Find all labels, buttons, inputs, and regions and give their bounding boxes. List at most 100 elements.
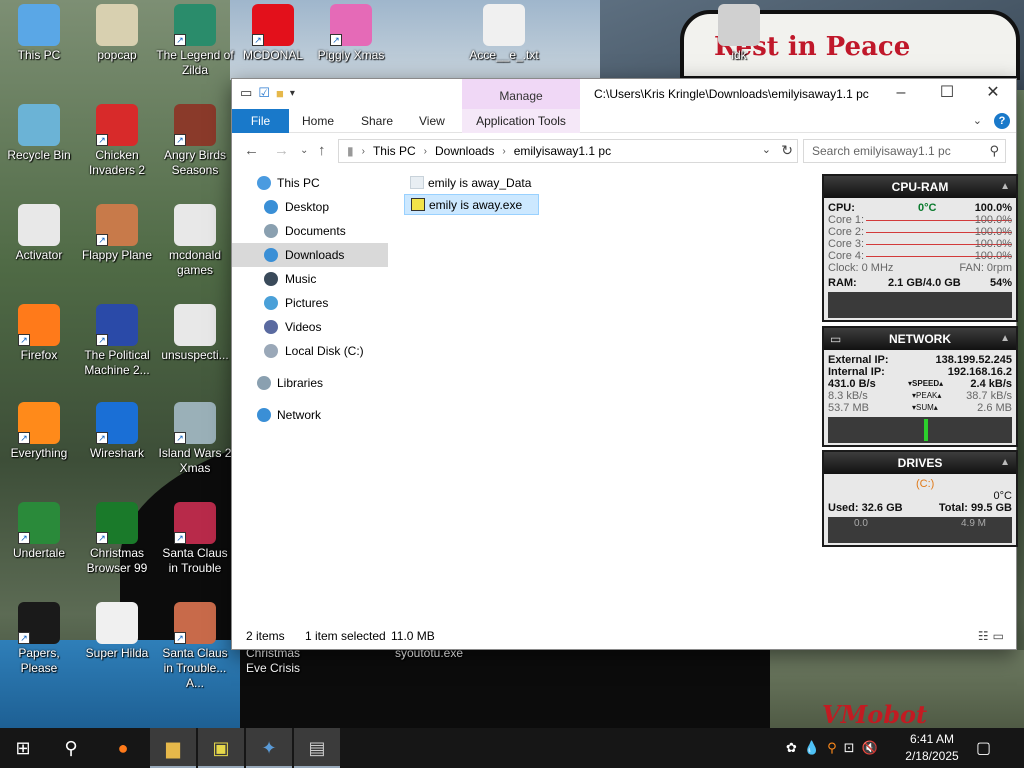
desktop-icon-mcdonald-games-file[interactable]: mcdonald games <box>156 200 234 278</box>
tray-app-icon[interactable]: ✿ <box>786 740 797 756</box>
nav-item-desktop[interactable]: Desktop <box>232 195 392 219</box>
desktop-icon-wireshark[interactable]: ↗ Wireshark <box>78 398 156 461</box>
address-bar[interactable]: ▮ › This PC › Downloads › emilyisaway1.1… <box>338 139 798 163</box>
desktop-icon-chicken-invaders[interactable]: ↗ Chicken Invaders 2 <box>78 100 156 178</box>
drives-gadget[interactable]: DRIVES ▲ (C:) 0°C Used: 32.6 GB Total: 9… <box>822 450 1018 547</box>
tab-application-tools[interactable]: Application Tools <box>462 109 580 133</box>
taskbar-firefox-icon[interactable]: ● <box>100 728 146 768</box>
window-title: C:\Users\Kris Kringle\Downloads\emilyisa… <box>594 87 869 101</box>
nav-item-icon <box>264 296 278 310</box>
shortcut-arrow-icon: ↗ <box>96 432 108 444</box>
desktop-icon-idk-folder[interactable]: idk <box>700 0 778 63</box>
address-dropdown-icon[interactable]: ⌄ <box>762 143 771 156</box>
file-item[interactable]: emily is away_Data <box>404 173 539 194</box>
breadcrumb-this-pc[interactable]: This PC <box>373 144 416 158</box>
desktop-icon-papers-please[interactable]: ↗ Papers, Please <box>0 598 78 676</box>
desktop-icon-text-file[interactable]: Acce__e_.txt <box>465 0 543 63</box>
tray-network-icon[interactable]: ⊡ <box>844 740 855 756</box>
desktop-icon-activator-file[interactable]: Activator <box>0 200 78 263</box>
tray-everything-icon[interactable]: ⚲ <box>827 740 837 756</box>
nav-item-documents[interactable]: Documents <box>232 219 392 243</box>
desktop-icon-firefox[interactable]: ↗ Firefox <box>0 300 78 363</box>
desktop-icon-label: Firefox <box>20 348 58 362</box>
search-icon[interactable]: ⚲ <box>989 143 999 159</box>
chicken-invaders-icon: ↗ <box>96 104 138 146</box>
maximize-button[interactable]: ☐ <box>924 79 970 109</box>
nav-item-videos[interactable]: Videos <box>232 315 392 339</box>
cpu-ram-title: CPU-RAM <box>891 180 949 194</box>
desktop-icon-santa-claus[interactable]: ↗ Santa Claus in Trouble <box>156 498 234 576</box>
desktop-icon-political-machine[interactable]: ↗ The Political Machine 2... <box>78 300 156 378</box>
start-button[interactable]: ⊞ <box>0 728 46 768</box>
desktop-icon-piggly-xmas[interactable]: ↗ Piggly Xmas <box>312 0 390 63</box>
nav-item-downloads[interactable]: Downloads <box>232 243 388 267</box>
search-input[interactable]: Search emilyisaway1.1 pc <box>812 144 951 158</box>
desktop-icon-everything-search[interactable]: ↗ Everything <box>0 398 78 461</box>
desktop-icon-island-wars[interactable]: ↗ Island Wars 2 Xmas <box>156 398 234 476</box>
desktop-icon-super-hilda[interactable]: Super Hilda <box>78 598 156 661</box>
nav-item-local-disk-c[interactable]: Local Disk (C:) <box>232 339 392 363</box>
nav-item-pictures[interactable]: Pictures <box>232 291 392 315</box>
breadcrumb-current-folder[interactable]: emilyisaway1.1 pc <box>514 144 611 158</box>
file-item[interactable]: emily is away.exe <box>404 194 540 215</box>
taskbar-app-icon[interactable]: ✦ <box>246 728 292 768</box>
search-box[interactable]: Search emilyisaway1.1 pc ⚲ <box>803 139 1006 163</box>
recent-locations-icon[interactable]: ⌄ <box>300 145 308 156</box>
desktop-icon-label: Christmas Browser 99 <box>86 546 148 575</box>
close-button[interactable]: ✕ <box>970 79 1016 109</box>
up-button[interactable]: ↑ <box>318 142 326 159</box>
shortcut-arrow-icon: ↗ <box>96 234 108 246</box>
breadcrumb-downloads[interactable]: Downloads <box>435 144 494 158</box>
manage-tab[interactable]: Manage <box>462 79 580 109</box>
desktop-icon-popcap-folder[interactable]: popcap <box>78 0 156 63</box>
tab-share[interactable]: Share <box>361 109 393 133</box>
nav-item-libraries[interactable]: Libraries <box>232 371 392 395</box>
refresh-icon[interactable]: ↻ <box>781 142 793 159</box>
minimize-button[interactable]: – <box>878 79 924 109</box>
tray-volume-muted-icon[interactable]: 🔇 <box>862 740 878 756</box>
desktop-icon-angry-birds[interactable]: ↗ Angry Birds Seasons <box>156 100 234 178</box>
back-button[interactable]: ← <box>244 142 259 159</box>
properties-icon[interactable]: ☑ <box>258 85 270 101</box>
network-gadget[interactable]: ▭ NETWORK ▲ External IP: 138.199.52.245 … <box>822 326 1018 447</box>
desktop-icon-mcdonalds[interactable]: ↗ MCDONAL <box>234 0 312 63</box>
desktop-icon-santa-claus-again[interactable]: ↗ Santa Claus in Trouble... A... <box>156 598 234 691</box>
nav-item-music[interactable]: Music <box>232 267 392 291</box>
view-toggle-icons[interactable]: ☷▭ <box>978 629 1008 643</box>
desktop-icon-christmas-browser[interactable]: ↗ Christmas Browser 99 <box>78 498 156 576</box>
desktop-icon-undertale[interactable]: ↗ Undertale <box>0 498 78 561</box>
nav-item-network[interactable]: Network <box>232 403 392 427</box>
taskbar-emily-is-away-icon[interactable]: ▣ <box>198 728 244 768</box>
tab-view[interactable]: View <box>419 109 445 133</box>
peak-up: 38.7 kB/s <box>966 390 1012 402</box>
political-machine-icon: ↗ <box>96 304 138 346</box>
tab-file[interactable]: File <box>232 109 289 133</box>
tab-home[interactable]: Home <box>302 109 334 133</box>
new-folder-icon[interactable]: ■ <box>276 86 284 101</box>
collapse-icon[interactable]: ▲ <box>1000 452 1010 474</box>
taskbar-clock[interactable]: 6:41 AM 2/18/2025 <box>900 731 964 765</box>
cpu-ram-gadget[interactable]: CPU-RAM ▲ CPU: 0°C 100.0% Core 1: 100.0% C… <box>822 174 1018 322</box>
desktop-icon-label: popcap <box>97 48 137 62</box>
shortcut-arrow-icon: ↗ <box>96 334 108 346</box>
desktop-icon-flappy-plane[interactable]: ↗ Flappy Plane <box>78 200 156 263</box>
taskbar-window-icon[interactable]: ▤ <box>294 728 340 768</box>
taskbar-file-explorer-icon[interactable]: ▆ <box>150 728 196 768</box>
search-button[interactable]: ⚲ <box>48 728 94 768</box>
desktop-icon-label: Recycle Bin <box>7 148 71 162</box>
folder-icon <box>410 176 424 189</box>
desktop-icon-unsuspecting-file[interactable]: unsuspecti... <box>156 300 234 363</box>
desktop-icon-zilda-game[interactable]: ↗ The Legend of Zilda <box>156 0 234 78</box>
collapse-icon[interactable]: ▲ <box>1000 328 1010 350</box>
qat-dropdown-icon[interactable]: ▾ <box>290 88 295 99</box>
notification-center-icon[interactable]: ▢ <box>976 738 991 758</box>
help-icon[interactable]: ? <box>994 113 1010 129</box>
forward-button[interactable]: → <box>274 142 289 159</box>
title-bar[interactable]: ▭ ☑ ■ ▾ Manage C:\Users\Kris Kringle\Dow… <box>232 79 1016 109</box>
ribbon-expand-icon[interactable]: ⌄ <box>973 109 982 133</box>
tray-drop-icon[interactable]: 💧 <box>804 740 820 756</box>
desktop-icon-recycle-bin[interactable]: Recycle Bin <box>0 100 78 163</box>
nav-item-this-pc[interactable]: This PC <box>232 171 392 195</box>
desktop-icon-this-pc[interactable]: This PC <box>0 0 78 63</box>
collapse-icon[interactable]: ▲ <box>1000 176 1010 198</box>
